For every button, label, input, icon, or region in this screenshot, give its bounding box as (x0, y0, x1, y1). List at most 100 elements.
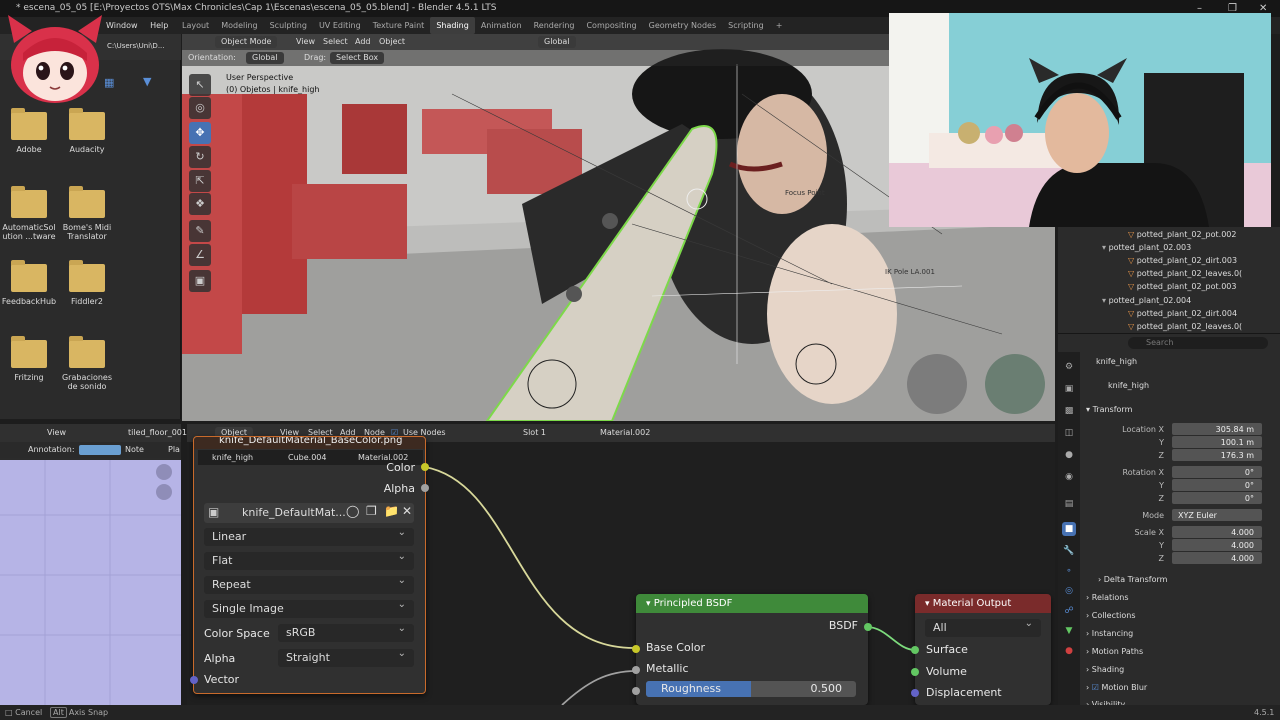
socket-roughness-in[interactable] (632, 687, 640, 695)
menu-help[interactable]: Help (150, 21, 168, 30)
extension-select[interactable]: Repeat (204, 572, 414, 594)
scale-tool-icon[interactable]: ⇱ (189, 170, 211, 192)
mode-select[interactable]: Object Mode (215, 36, 278, 48)
properties-search[interactable]: Search (1128, 337, 1268, 349)
tab-scripting[interactable]: Scripting (722, 17, 770, 34)
fake-user-icon[interactable]: ◯ (346, 504, 359, 518)
menu-object[interactable]: Object (379, 34, 405, 50)
tab-rendering[interactable]: Rendering (528, 17, 581, 34)
socket-vector-in[interactable] (190, 676, 198, 684)
shader-node-editor[interactable]: Object View Select Add Node ☑ Use Nodes … (187, 424, 1055, 705)
object-tab-icon[interactable]: ■ (1062, 522, 1076, 536)
collection-tab-icon[interactable]: ▤ (1062, 497, 1076, 511)
display-mode-icon[interactable]: ▦ (104, 76, 114, 89)
rotation-x-field[interactable]: 0° (1172, 466, 1262, 478)
folder-automaticsolution[interactable]: AutomaticSol ution ...tware (0, 186, 58, 241)
collapse-icon[interactable]: ▾ (925, 599, 930, 609)
collapse-icon[interactable]: ▾ (646, 599, 651, 609)
orientation-select[interactable]: Global (246, 52, 284, 64)
outliner-row[interactable]: ▽ potted_plant_02_leaves.0( (1058, 320, 1280, 333)
roughness-slider[interactable]: Roughness 0.500 (646, 681, 856, 697)
physics-tab-icon[interactable]: ◎ (1062, 584, 1076, 598)
folder-audacity[interactable]: Audacity (58, 108, 116, 154)
unlink-icon[interactable]: ✕ (402, 504, 412, 518)
socket-alpha-out[interactable] (421, 484, 429, 492)
output-tab-icon[interactable]: ▩ (1062, 404, 1076, 418)
menu-window[interactable]: Window (106, 21, 138, 30)
tab-geometry-nodes[interactable]: Geometry Nodes (643, 17, 722, 34)
socket-volume-in[interactable] (911, 668, 919, 676)
object-datablock[interactable]: knife_high (1108, 381, 1149, 390)
socket-displacement-in[interactable] (911, 689, 919, 697)
tab-modeling[interactable]: Modeling (215, 17, 263, 34)
rotation-y-field[interactable]: 0° (1172, 479, 1262, 491)
menu-select[interactable]: Select (323, 34, 348, 50)
output-node-title[interactable]: ▾ Material Output (915, 594, 1051, 613)
drag-select[interactable]: Select Box (330, 52, 385, 64)
material-output-node[interactable]: ▾ Material Output All Surface Volume Dis… (915, 594, 1051, 705)
interpolation-select[interactable]: Linear (204, 524, 414, 546)
outliner-row[interactable]: ▽ potted_plant_02_dirt.003 (1058, 254, 1280, 267)
outliner-row[interactable]: ▽ potted_plant_02_pot.003 (1058, 280, 1280, 293)
motion-blur-panel[interactable]: › ☑ Motion Blur (1086, 681, 1147, 694)
open-folder-icon[interactable]: 📁 (384, 504, 399, 518)
output-target-select[interactable]: All (925, 615, 1041, 637)
tab-compositing[interactable]: Compositing (580, 17, 642, 34)
relations-panel[interactable]: › Relations (1086, 591, 1129, 604)
material-tab-icon[interactable]: ● (1062, 644, 1076, 658)
annotation-mode[interactable]: Note (125, 442, 144, 458)
duplicate-icon[interactable]: ❐ (366, 504, 377, 518)
tool-tab-icon[interactable]: ⚙ (1062, 360, 1076, 374)
measure-tool-icon[interactable]: ∠ (189, 244, 211, 266)
instancing-panel[interactable]: › Instancing (1086, 627, 1133, 640)
scale-z-field[interactable]: 4.000 (1172, 552, 1262, 564)
folder-adobe[interactable]: Adobe (0, 108, 58, 154)
image-datablock-name[interactable]: knife_DefaultMat... (242, 506, 346, 519)
motion-paths-panel[interactable]: › Motion Paths (1086, 645, 1143, 658)
filter-icon[interactable]: ▼ (143, 75, 151, 88)
texture-canvas[interactable] (0, 460, 181, 705)
shading-panel[interactable]: › Shading (1086, 663, 1124, 676)
folder-fritzing[interactable]: Fritzing (0, 336, 58, 382)
projection-select[interactable]: Flat (204, 548, 414, 570)
image-node-title[interactable]: knife_DefaultMaterial_BaseColor.png (194, 437, 425, 449)
data-tab-icon[interactable]: ▼ (1062, 624, 1076, 638)
menu-view[interactable]: View (296, 34, 315, 50)
collections-panel[interactable]: › Collections (1086, 609, 1136, 622)
location-z-field[interactable]: 176.3 m (1172, 449, 1262, 461)
socket-bsdf-out[interactable] (864, 623, 872, 631)
menu-add[interactable]: Add (355, 34, 371, 50)
transform-tool-icon[interactable]: ❖ (189, 193, 211, 215)
material-select[interactable]: Material.002 (600, 424, 650, 442)
image-texture-node[interactable]: knife_DefaultMaterial_BaseColor.png knif… (193, 436, 426, 694)
outliner-row[interactable]: ▾ potted_plant_02.004 (1058, 294, 1280, 307)
alpha-mode-select[interactable]: Straight (278, 645, 414, 667)
outliner-row[interactable]: ▽ potted_plant_02_dirt.004 (1058, 307, 1280, 320)
constraints-tab-icon[interactable]: ☍ (1062, 604, 1076, 618)
particles-tab-icon[interactable]: ∘ (1062, 564, 1076, 578)
source-select[interactable]: Single Image (204, 596, 414, 618)
render-tab-icon[interactable]: ▣ (1062, 382, 1076, 396)
move-tool-icon[interactable]: ✥ (189, 122, 211, 144)
menu-view[interactable]: View (47, 424, 66, 442)
select-tool-icon[interactable]: ↖ (189, 74, 211, 96)
view-layer-tab-icon[interactable]: ◫ (1062, 426, 1076, 440)
delta-transform-panel[interactable]: › Delta Transform (1098, 573, 1167, 586)
slot-select[interactable]: Slot 1 (523, 424, 546, 442)
transform-panel-header[interactable]: ▾ Transform (1086, 403, 1132, 416)
bsdf-node-title[interactable]: ▾ Principled BSDF (636, 594, 868, 613)
outliner-row[interactable]: ▾ potted_plant_02.003 (1058, 241, 1280, 254)
add-cube-tool-icon[interactable]: ▣ (189, 270, 211, 292)
scene-tab-icon[interactable]: ● (1062, 448, 1076, 462)
location-x-field[interactable]: 305.84 m (1172, 423, 1262, 435)
modifier-tab-icon[interactable]: 🔧 (1062, 544, 1076, 558)
scale-x-field[interactable]: 4.000 (1172, 526, 1262, 538)
world-tab-icon[interactable]: ◉ (1062, 470, 1076, 484)
scale-y-field[interactable]: 4.000 (1172, 539, 1262, 551)
outliner-row[interactable]: ▽ potted_plant_02_pot.002 (1058, 228, 1280, 241)
add-workspace-icon[interactable]: + (770, 17, 789, 34)
cursor-tool-icon[interactable]: ◎ (189, 97, 211, 119)
tab-layout[interactable]: Layout (176, 17, 215, 34)
annotation-color-swatch[interactable] (79, 445, 121, 455)
socket-surface-in[interactable] (911, 646, 919, 654)
